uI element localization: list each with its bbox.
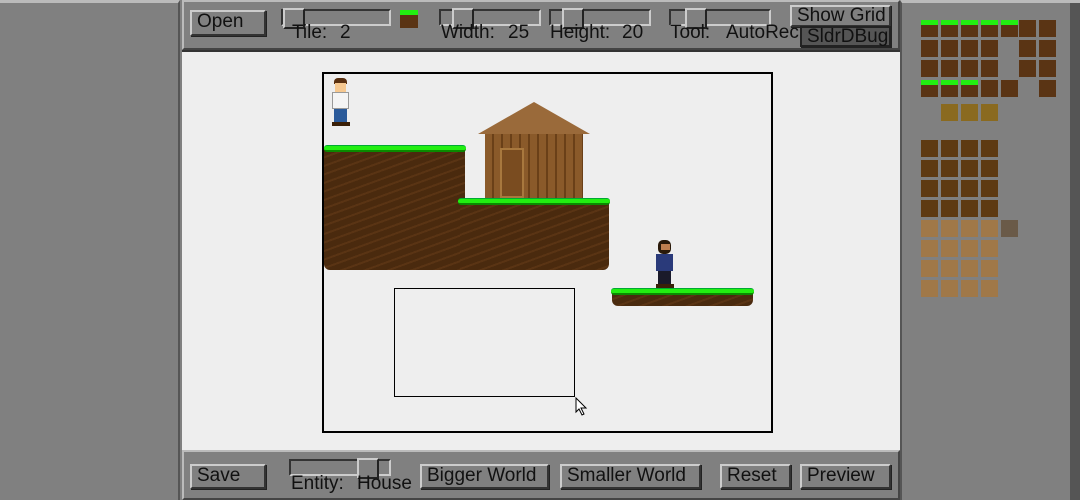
show-grid-button[interactable]: Show Grid xyxy=(790,5,891,27)
tileset-tile[interactable] xyxy=(1019,60,1036,77)
tileset-tile[interactable] xyxy=(1019,20,1036,37)
tileset-tile[interactable] xyxy=(921,200,938,217)
tileset-tile[interactable] xyxy=(981,80,998,97)
tileset-tile[interactable] xyxy=(1039,80,1056,97)
width-value: 25 xyxy=(508,22,530,43)
floating-platform-grass xyxy=(611,288,754,295)
house-entity[interactable] xyxy=(478,102,590,198)
tile-label: Tile: xyxy=(292,22,328,43)
tileset-tile[interactable] xyxy=(981,160,998,177)
tileset-tile[interactable] xyxy=(1039,60,1056,77)
tileset-tile[interactable] xyxy=(961,104,978,121)
tileset-tile[interactable] xyxy=(1039,40,1056,57)
tileset-tile[interactable] xyxy=(981,220,998,237)
tileset-tile[interactable] xyxy=(981,104,998,121)
tileset-tile[interactable] xyxy=(921,60,938,77)
tileset-tile[interactable] xyxy=(981,260,998,277)
selection-rectangle xyxy=(394,288,575,397)
tileset-tile[interactable] xyxy=(961,160,978,177)
tileset-tile[interactable] xyxy=(941,80,958,97)
tileset-tile[interactable] xyxy=(1039,20,1056,37)
tileset-scrollbar[interactable] xyxy=(1070,3,1080,500)
tileset-tile[interactable] xyxy=(961,260,978,277)
tileset-tile[interactable] xyxy=(941,280,958,297)
dirt-block-lower xyxy=(460,202,609,270)
tileset-tile[interactable] xyxy=(941,260,958,277)
tileset-tile[interactable] xyxy=(981,200,998,217)
tileset-tile[interactable] xyxy=(941,220,958,237)
tileset-tile[interactable] xyxy=(921,160,938,177)
tileset-tile[interactable] xyxy=(941,20,958,37)
tileset-tile[interactable] xyxy=(941,160,958,177)
tool-label: Tool: xyxy=(670,22,711,43)
tileset-tile[interactable] xyxy=(961,200,978,217)
tileset-tile[interactable] xyxy=(1001,220,1018,237)
slider-debug-button[interactable]: SldrDBug xyxy=(800,26,891,47)
height-value: 20 xyxy=(622,22,644,43)
bigger-world-button[interactable]: Bigger World xyxy=(420,464,549,489)
tileset-tile[interactable] xyxy=(1019,40,1036,57)
open-button[interactable]: Open xyxy=(190,10,266,36)
tileset-tile[interactable] xyxy=(941,104,958,121)
tileset-tile[interactable] xyxy=(1001,20,1018,37)
entity-value: House xyxy=(357,473,412,494)
tileset-tile[interactable] xyxy=(921,280,938,297)
preview-button[interactable]: Preview xyxy=(800,464,891,489)
tileset-tile[interactable] xyxy=(921,240,938,257)
tileset-tile[interactable] xyxy=(981,240,998,257)
house-roof xyxy=(478,102,590,134)
tileset-tile[interactable] xyxy=(981,140,998,157)
tileset-tile[interactable] xyxy=(941,60,958,77)
entity-label: Entity: xyxy=(291,473,344,494)
tileset-tile[interactable] xyxy=(961,140,978,157)
tileset-tile[interactable] xyxy=(941,200,958,217)
tileset-tile[interactable] xyxy=(941,180,958,197)
tileset-tile[interactable] xyxy=(921,260,938,277)
height-label: Height: xyxy=(550,22,611,43)
tileset-tile[interactable] xyxy=(1001,80,1018,97)
tileset-tile[interactable] xyxy=(961,220,978,237)
tileset-tile[interactable] xyxy=(961,180,978,197)
player-character[interactable] xyxy=(331,78,351,126)
tileset-tile[interactable] xyxy=(961,280,978,297)
npc-character[interactable] xyxy=(655,240,675,288)
tileset-tile[interactable] xyxy=(961,240,978,257)
mouse-cursor-icon xyxy=(575,397,588,416)
width-label: Width: xyxy=(441,22,495,43)
left-panel xyxy=(0,0,180,500)
reset-button[interactable]: Reset xyxy=(720,464,791,489)
tileset-tile[interactable] xyxy=(921,40,938,57)
tileset-tile[interactable] xyxy=(961,40,978,57)
tileset-tile[interactable] xyxy=(961,20,978,37)
tile-value: 2 xyxy=(340,22,351,43)
tileset-tile[interactable] xyxy=(961,60,978,77)
grass-top-upper xyxy=(324,145,466,152)
tileset-tile[interactable] xyxy=(981,280,998,297)
tileset-tile[interactable] xyxy=(941,140,958,157)
tileset-tile[interactable] xyxy=(921,80,938,97)
smaller-world-button[interactable]: Smaller World xyxy=(560,464,701,489)
grass-top-lower xyxy=(458,198,610,205)
save-button[interactable]: Save xyxy=(190,464,266,489)
tileset-tile[interactable] xyxy=(941,240,958,257)
dirt-block-upper xyxy=(324,150,465,270)
tool-value: AutoRec xyxy=(726,22,799,43)
tileset-tile[interactable] xyxy=(921,20,938,37)
tileset-tile[interactable] xyxy=(921,180,938,197)
tile-preview-icon xyxy=(400,10,418,28)
tileset-tile[interactable] xyxy=(941,40,958,57)
tileset-tile[interactable] xyxy=(921,140,938,157)
tileset-tile[interactable] xyxy=(981,40,998,57)
tileset-tile[interactable] xyxy=(921,220,938,237)
tileset-tile[interactable] xyxy=(981,60,998,77)
tileset-tile[interactable] xyxy=(981,180,998,197)
tileset-tile[interactable] xyxy=(961,80,978,97)
house-door xyxy=(500,148,524,198)
tileset-tile[interactable] xyxy=(981,20,998,37)
